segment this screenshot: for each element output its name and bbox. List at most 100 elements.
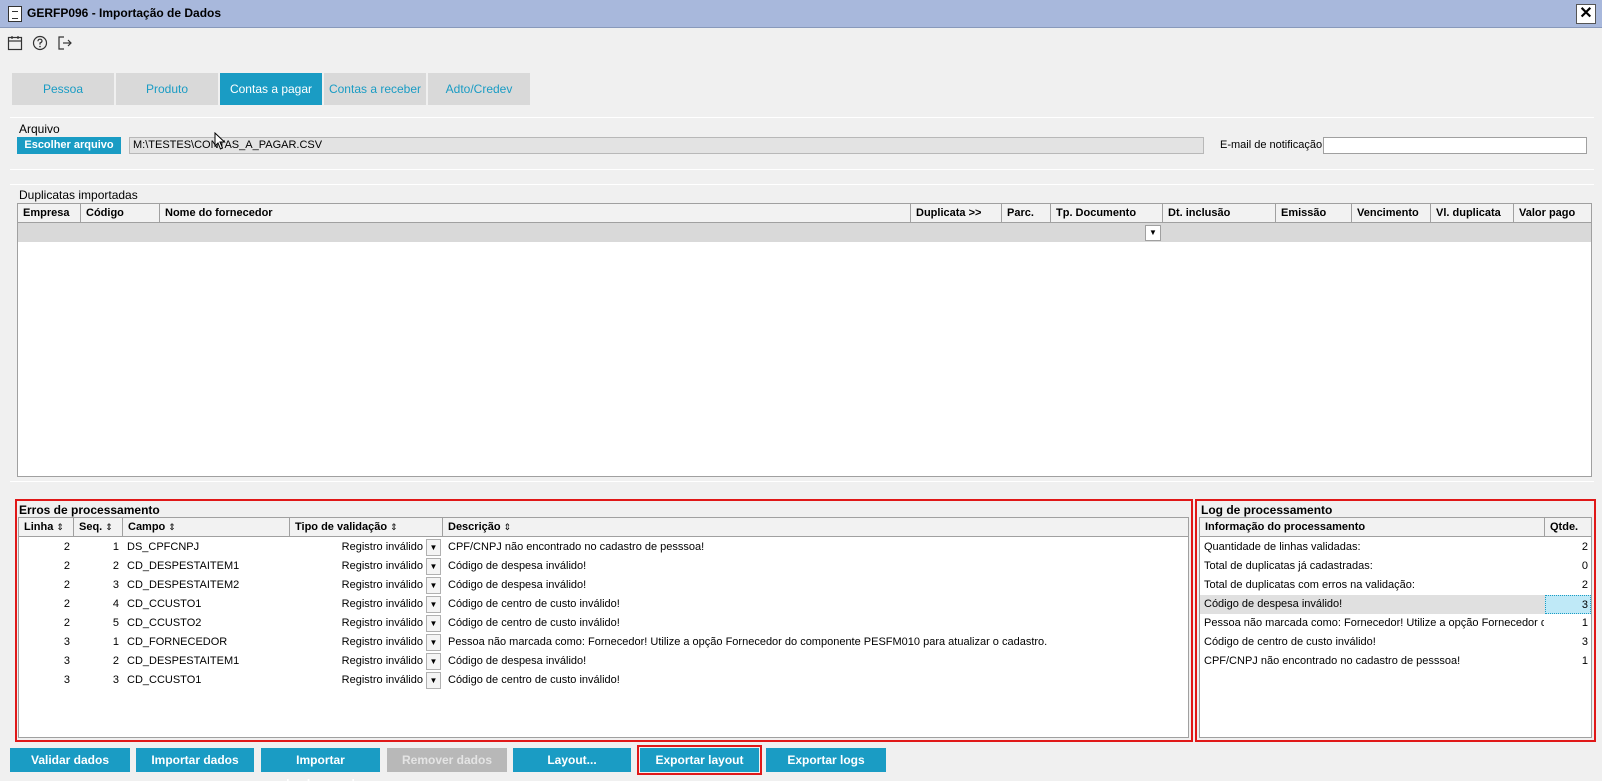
importar-dados-button[interactable]: Importar dados	[136, 748, 254, 772]
col-codigo[interactable]: Código	[81, 204, 160, 222]
campo-cell: CD_CCUSTO2	[127, 617, 202, 629]
col-descricao[interactable]: Descrição ⇕	[443, 518, 1188, 536]
sort-icon: ⇕	[390, 522, 398, 532]
seq-cell: 2	[112, 560, 119, 572]
tipo-validacao-dropdown-icon[interactable]: ▼	[426, 596, 441, 613]
table-row[interactable]: Código de despesa inválido! 3	[1200, 595, 1591, 614]
tipo-validacao-cell[interactable]: Registro inválido	[290, 557, 423, 576]
table-row[interactable]: 2 1 DS_CPFCNPJ Registro inválido ▼ CPF/CNPJ n…	[19, 538, 1188, 557]
col-dt-inclusao[interactable]: Dt. inclusão	[1163, 204, 1276, 222]
informacao-cell: Total de duplicatas com erros na validaç…	[1204, 579, 1415, 591]
qtde-cell: 0	[1581, 560, 1588, 572]
file-path-field[interactable]: M:\TESTES\CONTAS_A_PAGAR.CSV	[129, 137, 1204, 154]
tipo-validacao-dropdown-icon[interactable]: ▼	[426, 672, 441, 689]
help-icon[interactable]	[32, 35, 48, 51]
col-duplicata[interactable]: Duplicata >>	[911, 204, 1002, 222]
qtde-cell: 1	[1581, 655, 1588, 667]
table-row[interactable]: 2 3 CD_DESPESTAITEM2 Registro inválido ▼ Códi…	[19, 576, 1188, 595]
tab-contas-a-pagar[interactable]: Contas a pagar	[220, 73, 322, 105]
informacao-cell: Código de despesa inválido!	[1204, 598, 1343, 610]
exit-icon[interactable]	[57, 35, 73, 51]
table-row[interactable]: 3 1 CD_FORNECEDOR Registro inválido ▼ Pessoa …	[19, 633, 1188, 652]
qtde-cell: 3	[1545, 595, 1591, 614]
table-row[interactable]: Total de duplicatas já cadastradas: 0	[1200, 557, 1591, 576]
col-seq[interactable]: Seq. ⇕	[74, 518, 123, 536]
tipo-validacao-cell[interactable]: Registro inválido	[290, 576, 423, 595]
divider	[10, 184, 1594, 185]
email-field[interactable]	[1323, 137, 1587, 154]
seq-cell: 1	[112, 636, 119, 648]
tipo-validacao-cell[interactable]: Registro inválido	[290, 652, 423, 671]
exportar-layout-button[interactable]: Exportar layout	[640, 748, 759, 772]
remover-dados-button[interactable]: Remover dados	[387, 748, 507, 772]
grid-header: Empresa Código Nome do fornecedor Duplic…	[18, 204, 1591, 223]
duplicatas-grid[interactable]: Empresa Código Nome do fornecedor Duplic…	[17, 203, 1592, 477]
table-row[interactable]: 2 5 CD_CCUSTO2 Registro inválido ▼ Código de …	[19, 614, 1188, 633]
table-row[interactable]: 3 3 CD_CCUSTO1 Registro inválido ▼ Código de …	[19, 671, 1188, 690]
table-row[interactable]: 3 2 CD_DESPESTAITEM1 Registro inválido ▼ Códi…	[19, 652, 1188, 671]
layout-button[interactable]: Layout...	[513, 748, 631, 772]
col-campo[interactable]: Campo ⇕	[123, 518, 290, 536]
linha-cell: 2	[63, 579, 70, 591]
table-row[interactable]: Pessoa não marcada como: Fornecedor! Uti…	[1200, 614, 1591, 633]
campo-cell: CD_DESPESTAITEM2	[127, 579, 240, 591]
tab-pessoa[interactable]: Pessoa	[12, 73, 114, 105]
tipo-validacao-cell[interactable]: Registro inválido	[290, 671, 423, 690]
col-linha[interactable]: Linha ⇕	[19, 518, 74, 536]
log-grid[interactable]: Informação do processamento Qtde. Quanti…	[1199, 517, 1592, 738]
col-seq-label: Seq.	[79, 521, 103, 533]
tipo-validacao-cell[interactable]: Registro inválido	[290, 538, 423, 557]
tipo-validacao-cell[interactable]: Registro inválido	[290, 614, 423, 633]
col-tipo-validacao-label: Tipo de validação	[295, 521, 388, 533]
mouse-cursor-icon	[214, 132, 226, 150]
tipo-validacao-dropdown-icon[interactable]: ▼	[426, 634, 441, 651]
tab-contas-a-receber[interactable]: Contas a receber	[324, 73, 426, 105]
col-parc[interactable]: Parc.	[1002, 204, 1051, 222]
col-vl-duplicata[interactable]: Vl. duplicata	[1431, 204, 1514, 222]
tipo-validacao-cell[interactable]: Registro inválido	[290, 633, 423, 652]
col-informacao[interactable]: Informação do processamento	[1200, 518, 1545, 536]
col-empresa[interactable]: Empresa	[18, 204, 81, 222]
table-row[interactable]: Quantidade de linhas validadas: 2	[1200, 538, 1591, 557]
table-row[interactable]: 2 2 CD_DESPESTAITEM1 Registro inválido ▼ Códi…	[19, 557, 1188, 576]
col-nome-fornecedor[interactable]: Nome do fornecedor	[160, 204, 911, 222]
col-tipo-validacao[interactable]: Tipo de validação ⇕	[290, 518, 443, 536]
col-valor-pago[interactable]: Valor pago	[1514, 204, 1591, 222]
calendar-icon[interactable]	[7, 35, 23, 51]
seq-cell: 3	[112, 674, 119, 686]
tipo-validacao-dropdown-icon[interactable]: ▼	[426, 577, 441, 594]
grid-header: Informação do processamento Qtde.	[1200, 518, 1591, 537]
table-row[interactable]: Total de duplicatas com erros na validaç…	[1200, 576, 1591, 595]
col-qtde[interactable]: Qtde.	[1545, 518, 1591, 536]
erros-label: Erros de processamento	[19, 503, 160, 517]
informacao-cell: Total de duplicatas já cadastradas:	[1204, 560, 1373, 572]
descricao-cell: Código de centro de custo inválido!	[448, 598, 620, 610]
tipo-validacao-cell[interactable]: Registro inválido	[290, 595, 423, 614]
email-label: E-mail de notificação	[1220, 139, 1323, 151]
descricao-cell: CPF/CNPJ não encontrado no cadastro de p…	[448, 541, 705, 553]
tab-adto-credev[interactable]: Adto/Credev	[428, 73, 530, 105]
app-document-icon	[8, 6, 22, 22]
tipo-validacao-dropdown-icon[interactable]: ▼	[426, 653, 441, 670]
tp-documento-filter-dropdown[interactable]: ▼	[1145, 225, 1161, 241]
table-row[interactable]: Código de centro de custo inválido! 3	[1200, 633, 1591, 652]
col-tp-documento[interactable]: Tp. Documento	[1051, 204, 1163, 222]
col-vencimento[interactable]: Vencimento	[1352, 204, 1431, 222]
tab-produto[interactable]: Produto	[116, 73, 218, 105]
validar-dados-button[interactable]: Validar dados	[10, 748, 130, 772]
table-row[interactable]: 2 4 CD_CCUSTO1 Registro inválido ▼ Código de …	[19, 595, 1188, 614]
tipo-validacao-dropdown-icon[interactable]: ▼	[426, 615, 441, 632]
table-row[interactable]: CPF/CNPJ não encontrado no cadastro de p…	[1200, 652, 1591, 671]
filter-row: ▼	[18, 223, 1591, 242]
tipo-validacao-dropdown-icon[interactable]: ▼	[426, 539, 441, 556]
seq-cell: 2	[112, 655, 119, 667]
col-emissao[interactable]: Emissão	[1276, 204, 1352, 222]
choose-file-button[interactable]: Escolher arquivo	[17, 137, 121, 154]
close-button[interactable]: ✕	[1576, 4, 1596, 24]
campo-cell: CD_CCUSTO1	[127, 674, 202, 686]
exportar-logs-button[interactable]: Exportar logs	[766, 748, 886, 772]
log-label: Log de processamento	[1201, 503, 1333, 517]
importar-background-button[interactable]: Importar background	[261, 748, 380, 781]
erros-grid[interactable]: Linha ⇕ Seq. ⇕ Campo ⇕ Tipo de validação ⇕ D…	[18, 517, 1189, 738]
tipo-validacao-dropdown-icon[interactable]: ▼	[426, 558, 441, 575]
